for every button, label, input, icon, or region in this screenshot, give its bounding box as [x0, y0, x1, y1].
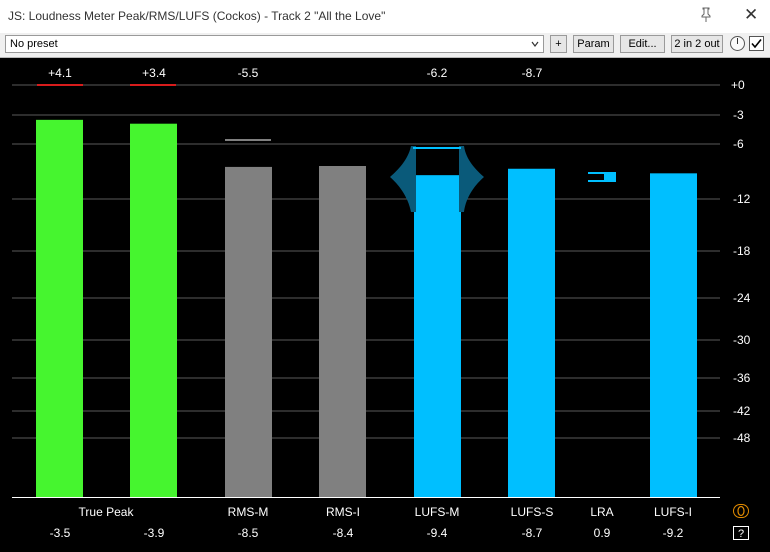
- lufs-m-range-shape-right: [459, 146, 484, 212]
- label-rms-i: RMS-I: [326, 505, 360, 519]
- bar-lufs-s: [508, 168, 555, 497]
- scale-label: -18: [733, 244, 751, 258]
- meter-baseline: [12, 497, 720, 498]
- value-true-peak-right: -3.9: [143, 526, 165, 540]
- label-rms-m: RMS-M: [227, 505, 269, 519]
- scale-label: -30: [733, 333, 751, 347]
- value-lra: 0.9: [593, 526, 611, 540]
- overload-marker-left: [37, 84, 83, 86]
- scale-label: -3: [733, 108, 744, 122]
- bar-lufs-i: [650, 173, 697, 498]
- scale-label: -12: [733, 192, 751, 206]
- scale-label: -48: [733, 431, 751, 445]
- label-lufs-m: LUFS-M: [414, 505, 460, 519]
- label-lra: LRA: [590, 505, 614, 519]
- lra-marker-bottom: [588, 180, 616, 182]
- bar-rms-i: [319, 166, 366, 497]
- scale-label: +0: [731, 78, 745, 92]
- bar-lufs-m: [414, 175, 461, 497]
- label-lufs-s: LUFS-S: [510, 505, 554, 519]
- value-lufs-m: -9.4: [426, 526, 448, 540]
- label-lufs-i: LUFS-I: [653, 505, 692, 519]
- peak-value-true-peak-left: +4.1: [48, 66, 72, 80]
- peak-value-lufs-m: -6.2: [426, 66, 448, 80]
- rms-peak-hold: [225, 139, 271, 141]
- lufs-m-range-shape: [390, 146, 416, 212]
- scale-label: -6: [733, 137, 744, 151]
- scale-label: -42: [733, 404, 751, 418]
- peak-value-lufs-s: -8.7: [521, 66, 543, 80]
- scale-label: -24: [733, 291, 751, 305]
- bar-true-peak-left: [36, 119, 83, 497]
- value-true-peak-left: -3.5: [49, 526, 71, 540]
- value-rms-i: -8.4: [332, 526, 354, 540]
- scale-label: -36: [733, 371, 751, 385]
- peak-value-rms-m: -5.5: [237, 66, 259, 80]
- peak-value-true-peak-right: +3.4: [142, 66, 166, 80]
- lra-marker-mid: [604, 173, 616, 181]
- bar-rms-m: [225, 166, 272, 497]
- overload-marker-right: [130, 84, 176, 86]
- help-icon[interactable]: ?: [733, 526, 749, 540]
- bar-true-peak-right: [130, 123, 177, 497]
- loop-icon[interactable]: [733, 504, 749, 518]
- value-lufs-i: -9.2: [662, 526, 684, 540]
- value-rms-m: -8.5: [237, 526, 259, 540]
- value-lufs-s: -8.7: [521, 526, 543, 540]
- label-true-peak: True Peak: [78, 505, 134, 519]
- lufs-m-peak-hold: [413, 147, 461, 149]
- meter-display: [12, 84, 720, 498]
